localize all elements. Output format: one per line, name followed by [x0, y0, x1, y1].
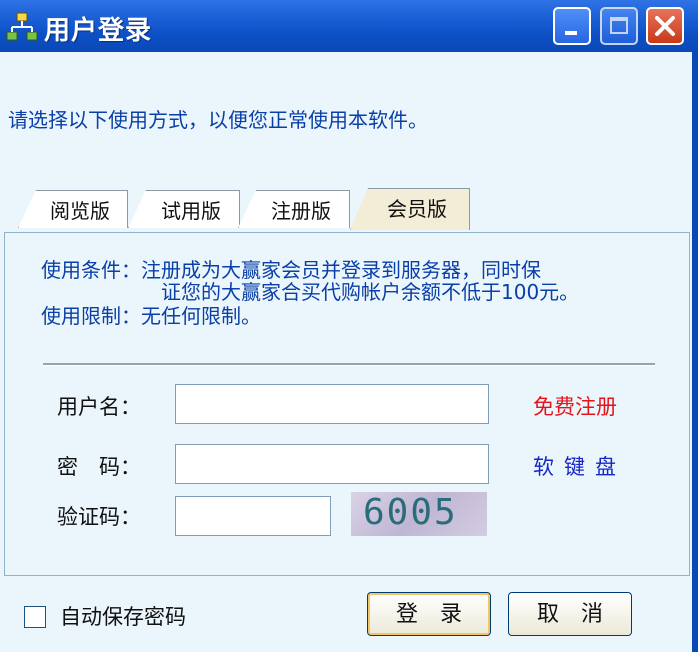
minimize-button[interactable] [553, 7, 591, 45]
soft-keyboard-link[interactable]: 软键盘 [533, 451, 626, 481]
remember-password-checkbox[interactable] [24, 606, 46, 628]
remember-password-label[interactable]: 自动保存密码 [60, 601, 186, 631]
title-bar[interactable]: 用户登录 [0, 0, 698, 52]
username-input[interactable] [175, 384, 489, 424]
minimize-icon [565, 31, 577, 35]
captcha-label: 验证码： [57, 505, 141, 529]
captcha-image[interactable]: 6005 [351, 492, 487, 536]
close-icon [655, 16, 675, 36]
cancel-button[interactable]: 取 消 [508, 592, 632, 636]
divider [43, 363, 655, 366]
member-panel: 使用条件：注册成为大赢家会员并登录到服务器，同时保 证您的大赢家合买代购帐户余额… [4, 232, 690, 576]
usage-restriction: 使用限制：无任何限制。 [41, 304, 261, 328]
window-border [692, 52, 698, 652]
window-title: 用户登录 [44, 16, 153, 46]
usage-condition: 使用条件：注册成为大赢家会员并登录到服务器，同时保 [41, 258, 541, 282]
password-label: 密 码： [57, 455, 141, 479]
instruction-text: 请选择以下使用方式，以便您正常使用本软件。 [8, 108, 428, 132]
tab-member[interactable]: 会员版 [350, 188, 470, 230]
free-register-link[interactable]: 免费注册 [533, 391, 617, 421]
captcha-image-text: 6005 [363, 492, 458, 533]
password-input[interactable] [175, 444, 489, 484]
network-tree-icon [6, 12, 38, 42]
username-label: 用户名： [57, 395, 141, 419]
tab-strip: 阅览版 试用版 注册版 会员版 [8, 188, 488, 230]
tab-trial[interactable]: 试用版 [128, 190, 240, 228]
maximize-icon [610, 17, 628, 34]
maximize-button[interactable] [600, 7, 638, 45]
login-button[interactable]: 登 录 [367, 592, 491, 636]
close-button[interactable] [646, 7, 684, 45]
usage-condition-cont: 证您的大赢家合买代购帐户余额不低于100元。 [161, 280, 580, 304]
tab-registered[interactable]: 注册版 [238, 190, 350, 228]
tab-browse[interactable]: 阅览版 [18, 190, 128, 228]
captcha-input[interactable] [175, 496, 331, 536]
